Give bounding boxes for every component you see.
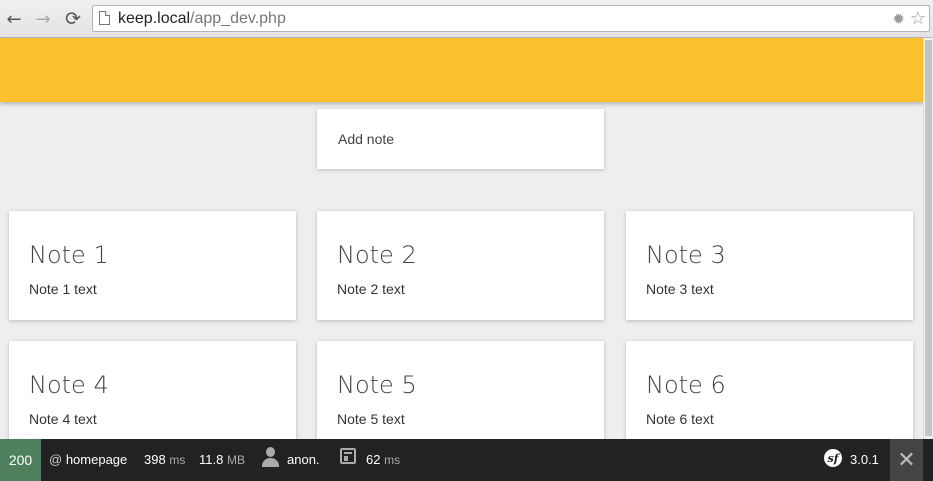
render-time-value: 62 [366, 452, 381, 467]
app-header [0, 38, 923, 102]
close-toolbar-button[interactable]: ✕ [890, 439, 923, 481]
add-note-card[interactable]: Add note [317, 109, 604, 169]
note-card[interactable]: Note 4 Note 4 text [9, 341, 296, 450]
note-text: Note 1 text [29, 281, 97, 297]
render-time[interactable]: 62 ms [366, 451, 400, 469]
request-time[interactable]: 398 ms [144, 451, 185, 469]
request-time-unit: ms [169, 453, 186, 467]
browser-toolbar: ← → ⟳ keep.local/app_dev.php ✹ ☆ [0, 0, 933, 38]
note-text: Note 3 text [646, 281, 714, 297]
url-text[interactable]: keep.local/app_dev.php [118, 10, 286, 28]
symfony-version[interactable]: 3.0.1 [850, 451, 879, 469]
status-code-badge[interactable]: 200 [0, 439, 41, 481]
url-host: keep.local [118, 10, 191, 27]
route-prefix: @ [49, 452, 63, 467]
request-time-value: 398 [144, 452, 166, 467]
memory-usage[interactable]: 11.8 MB [199, 451, 245, 469]
symfony-logo-icon[interactable]: sf [824, 449, 842, 467]
note-text: Note 4 text [29, 411, 97, 427]
back-arrow-icon[interactable]: ← [4, 9, 24, 30]
note-text: Note 5 text [337, 411, 405, 427]
note-card[interactable]: Note 5 Note 5 text [317, 341, 604, 450]
note-text: Note 2 text [337, 281, 405, 297]
memory-unit: MB [226, 453, 245, 467]
note-title: Note 5 [337, 371, 417, 399]
extension-icon[interactable]: ✹ [892, 10, 905, 28]
page-icon [99, 11, 110, 25]
forward-arrow-icon[interactable]: → [33, 9, 53, 30]
note-card[interactable]: Note 6 Note 6 text [626, 341, 913, 450]
bookmark-star-icon[interactable]: ☆ [910, 8, 926, 29]
note-card[interactable]: Note 3 Note 3 text [626, 211, 913, 320]
note-card[interactable]: Note 2 Note 2 text [317, 211, 604, 320]
timeline-icon [340, 448, 356, 464]
route-name: homepage [65, 452, 128, 467]
note-text: Note 6 text [646, 411, 714, 427]
reload-icon[interactable]: ⟳ [63, 8, 83, 30]
url-path: /app_dev.php [190, 10, 286, 27]
note-title: Note 2 [337, 241, 417, 269]
note-title: Note 1 [29, 241, 109, 269]
scrollbar-thumb[interactable] [925, 40, 932, 436]
note-title: Note 3 [646, 241, 726, 269]
debug-toolbar: 200 @ homepage 398 ms 11.8 MB anon. 62 m… [0, 439, 933, 481]
add-note-placeholder: Add note [338, 131, 395, 147]
user-name[interactable]: anon. [287, 451, 320, 469]
memory-value: 11.8 [199, 452, 224, 467]
route-info[interactable]: @ homepage [49, 451, 127, 469]
render-time-unit: ms [384, 453, 401, 467]
note-title: Note 6 [646, 371, 726, 399]
note-title: Note 4 [29, 371, 109, 399]
note-card[interactable]: Note 1 Note 1 text [9, 211, 296, 320]
scrollbar[interactable] [923, 38, 933, 439]
user-icon [262, 447, 279, 469]
address-bar[interactable]: keep.local/app_dev.php ✹ ☆ [92, 5, 930, 32]
